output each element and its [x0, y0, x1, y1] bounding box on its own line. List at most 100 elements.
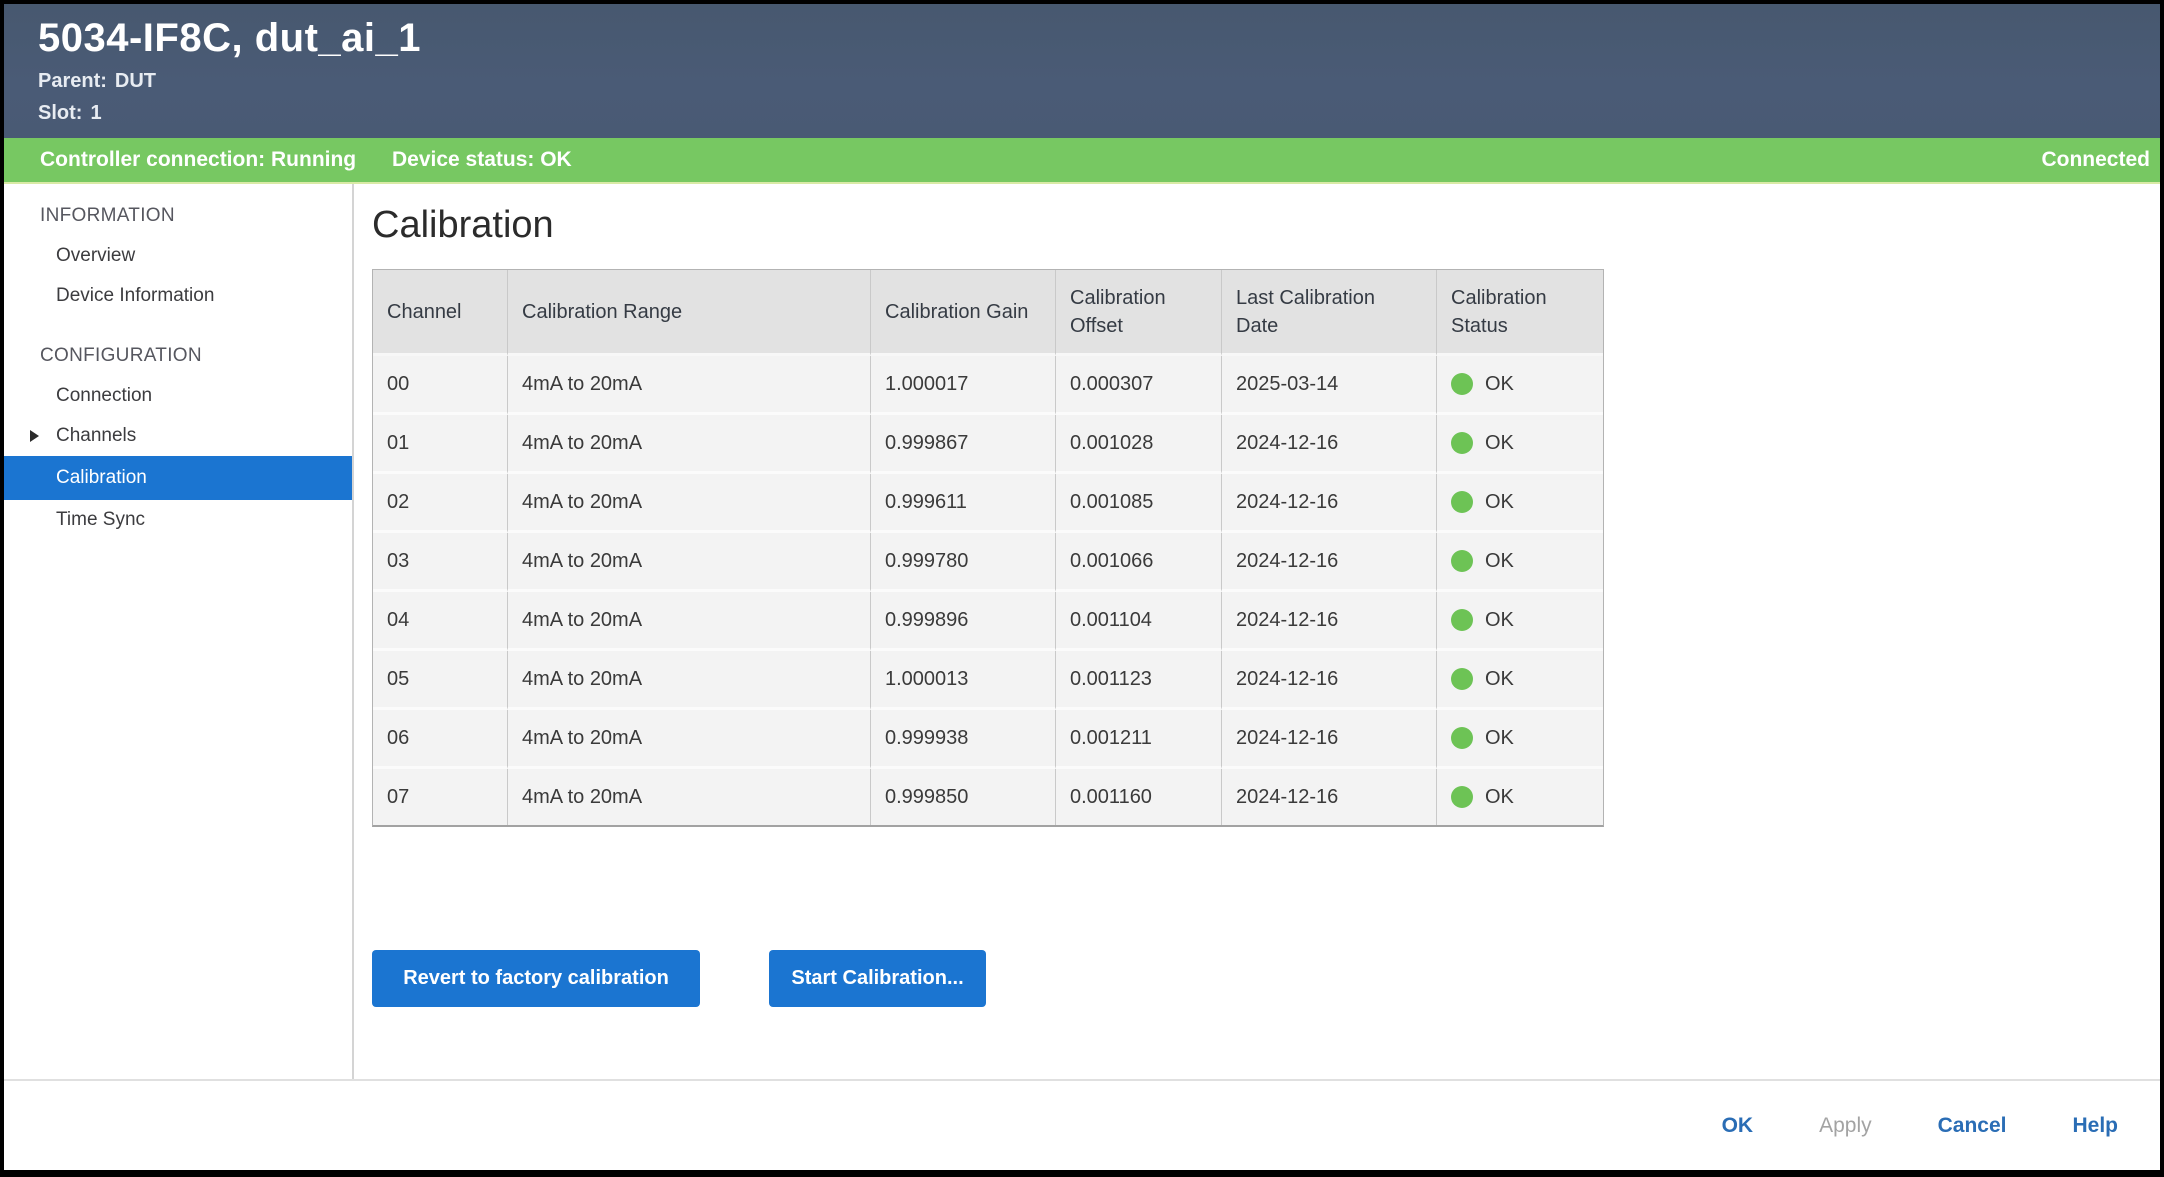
cell-channel: 07	[373, 769, 508, 825]
device-status: Device status: OK	[392, 148, 572, 171]
sidebar-item-channels[interactable]: Channels	[4, 416, 352, 456]
table-row[interactable]: 00 4mA to 20mA 1.000017 0.000307 2025-03…	[373, 356, 1603, 415]
sidebar: INFORMATION Overview Device Information …	[4, 184, 354, 1079]
apply-button: Apply	[1819, 1114, 1872, 1138]
help-button[interactable]: Help	[2072, 1114, 2118, 1138]
cell-date: 2024-12-16	[1222, 474, 1437, 533]
cell-channel: 00	[373, 356, 508, 415]
sidebar-item-calibration[interactable]: Calibration	[4, 456, 352, 500]
sidebar-section-information-label: INFORMATION	[4, 196, 352, 236]
status-text: OK	[1485, 550, 1514, 573]
table-row[interactable]: 06 4mA to 20mA 0.999938 0.001211 2024-12…	[373, 710, 1603, 769]
col-header-gain: Calibration Gain	[871, 270, 1056, 356]
cell-status: OK	[1437, 474, 1603, 533]
cell-range: 4mA to 20mA	[508, 415, 871, 474]
cell-gain: 1.000017	[871, 356, 1056, 415]
cell-date: 2024-12-16	[1222, 710, 1437, 769]
sidebar-item-overview[interactable]: Overview	[4, 236, 352, 276]
slot-line: Slot: 1	[38, 102, 2160, 125]
status-ok-dot-icon	[1451, 373, 1473, 395]
cancel-button[interactable]: Cancel	[1938, 1114, 2007, 1138]
status-ok-dot-icon	[1451, 609, 1473, 631]
cell-offset: 0.001123	[1056, 651, 1222, 710]
status-text: OK	[1485, 786, 1514, 809]
status-text: OK	[1485, 432, 1514, 455]
cell-offset: 0.001211	[1056, 710, 1222, 769]
ok-button[interactable]: OK	[1722, 1114, 1754, 1138]
cell-offset: 0.001104	[1056, 592, 1222, 651]
cell-status: OK	[1437, 651, 1603, 710]
status-bar-left: Controller connection: Running Device st…	[40, 148, 602, 172]
cell-status: OK	[1437, 415, 1603, 474]
cell-gain: 1.000013	[871, 651, 1056, 710]
cell-date: 2024-12-16	[1222, 651, 1437, 710]
cell-date: 2025-03-14	[1222, 356, 1437, 415]
slot-value: 1	[90, 102, 101, 124]
cell-channel: 03	[373, 533, 508, 592]
revert-factory-calibration-button[interactable]: Revert to factory calibration	[372, 950, 700, 1007]
device-title: 5034-IF8C, dut_ai_1	[38, 16, 2160, 61]
cell-offset: 0.001028	[1056, 415, 1222, 474]
status-bar: Controller connection: Running Device st…	[4, 138, 2160, 184]
sidebar-item-device-information[interactable]: Device Information	[4, 276, 352, 316]
cell-gain: 0.999850	[871, 769, 1056, 825]
status-ok-dot-icon	[1451, 668, 1473, 690]
calibration-table-body: 00 4mA to 20mA 1.000017 0.000307 2025-03…	[373, 356, 1603, 825]
table-row[interactable]: 02 4mA to 20mA 0.999611 0.001085 2024-12…	[373, 474, 1603, 533]
cell-status: OK	[1437, 769, 1603, 825]
calibration-table: Channel Calibration Range Calibration Ga…	[372, 269, 1604, 827]
cell-range: 4mA to 20mA	[508, 710, 871, 769]
status-text: OK	[1485, 609, 1514, 632]
status-ok-dot-icon	[1451, 491, 1473, 513]
cell-range: 4mA to 20mA	[508, 533, 871, 592]
cell-channel: 04	[373, 592, 508, 651]
cell-range: 4mA to 20mA	[508, 592, 871, 651]
cell-date: 2024-12-16	[1222, 592, 1437, 651]
cell-status: OK	[1437, 533, 1603, 592]
cell-gain: 0.999896	[871, 592, 1056, 651]
parent-value: DUT	[115, 70, 156, 92]
sidebar-item-time-sync[interactable]: Time Sync	[4, 500, 352, 540]
cell-range: 4mA to 20mA	[508, 474, 871, 533]
cell-range: 4mA to 20mA	[508, 356, 871, 415]
sidebar-section-configuration: CONFIGURATION Connection Channels Calibr…	[4, 336, 352, 540]
table-row[interactable]: 04 4mA to 20mA 0.999896 0.001104 2024-12…	[373, 592, 1603, 651]
table-row[interactable]: 03 4mA to 20mA 0.999780 0.001066 2024-12…	[373, 533, 1603, 592]
cell-offset: 0.001066	[1056, 533, 1222, 592]
action-buttons: Revert to factory calibration Start Cali…	[372, 950, 2160, 1007]
sidebar-item-connection[interactable]: Connection	[4, 376, 352, 416]
cell-range: 4mA to 20mA	[508, 651, 871, 710]
status-text: OK	[1485, 668, 1514, 691]
cell-status: OK	[1437, 356, 1603, 415]
table-row[interactable]: 05 4mA to 20mA 1.000013 0.001123 2024-12…	[373, 651, 1603, 710]
page-title: Calibration	[372, 204, 2160, 247]
status-text: OK	[1485, 727, 1514, 750]
table-row[interactable]: 07 4mA to 20mA 0.999850 0.001160 2024-12…	[373, 769, 1603, 825]
cell-offset: 0.000307	[1056, 356, 1222, 415]
connection-state-badge: Connected	[2041, 148, 2150, 172]
cell-gain: 0.999938	[871, 710, 1056, 769]
channels-expand-triangle-icon[interactable]	[30, 430, 39, 442]
col-header-range: Calibration Range	[508, 270, 871, 356]
table-row[interactable]: 01 4mA to 20mA 0.999867 0.001028 2024-12…	[373, 415, 1603, 474]
status-ok-dot-icon	[1451, 550, 1473, 572]
cell-channel: 02	[373, 474, 508, 533]
cell-offset: 0.001160	[1056, 769, 1222, 825]
col-header-date: Last Calibration Date	[1222, 270, 1437, 356]
footer-bar: OK Apply Cancel Help	[4, 1079, 2160, 1170]
start-calibration-button[interactable]: Start Calibration...	[769, 950, 986, 1007]
status-ok-dot-icon	[1451, 786, 1473, 808]
sidebar-section-information: INFORMATION Overview Device Information	[4, 196, 352, 316]
cell-gain: 0.999780	[871, 533, 1056, 592]
col-header-channel: Channel	[373, 270, 508, 356]
col-header-offset: Calibration Offset	[1056, 270, 1222, 356]
status-ok-dot-icon	[1451, 432, 1473, 454]
parent-label: Parent:	[38, 70, 107, 92]
cell-range: 4mA to 20mA	[508, 769, 871, 825]
status-text: OK	[1485, 491, 1514, 514]
slot-label: Slot:	[38, 102, 82, 124]
sidebar-item-channels-label: Channels	[56, 425, 136, 446]
cell-date: 2024-12-16	[1222, 533, 1437, 592]
status-ok-dot-icon	[1451, 727, 1473, 749]
cell-gain: 0.999611	[871, 474, 1056, 533]
